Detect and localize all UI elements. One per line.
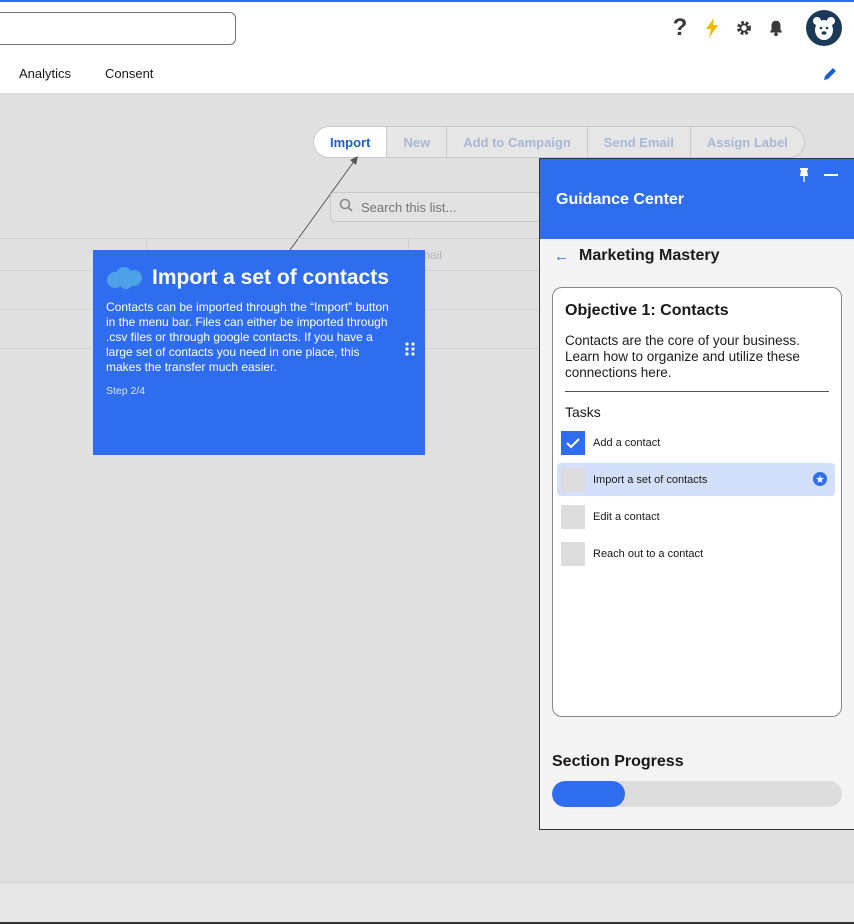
objective-card: Objective 1: Contacts Contacts are the c…: [552, 287, 842, 717]
section-progress-label: Section Progress: [552, 753, 684, 770]
check-icon: [566, 437, 580, 448]
objective-description: Contacts are the core of your business. …: [565, 333, 800, 380]
arrow-left-icon[interactable]: ←: [554, 248, 569, 265]
tour-body: Contacts can be imported through the “Im…: [106, 300, 389, 374]
task-edit-contact[interactable]: Edit a contact: [557, 500, 835, 533]
pin-icon[interactable]: [798, 168, 810, 187]
search-icon: [339, 198, 353, 217]
task-checkbox[interactable]: [561, 467, 585, 492]
cloud-icon: [106, 266, 144, 290]
divider: [565, 391, 829, 392]
list-search[interactable]: [330, 192, 550, 222]
task-label: Add a contact: [593, 436, 661, 449]
section-back-row[interactable]: ← Marketing Mastery: [554, 247, 720, 265]
task-add-contact[interactable]: Add a contact: [557, 426, 835, 459]
tasks-label: Tasks: [565, 404, 601, 420]
guidance-center-panel: Guidance Center ← Marketing Mastery Obje…: [539, 158, 854, 830]
task-checkbox[interactable]: [561, 541, 585, 566]
section-progress-fill: [552, 781, 625, 807]
star-icon: [813, 472, 827, 486]
section-title: Marketing Mastery: [579, 247, 720, 264]
task-label: Edit a contact: [593, 510, 660, 523]
section-progress-bar: [552, 781, 842, 807]
task-label: Import a set of contacts: [593, 473, 708, 486]
bottom-bar: [0, 882, 854, 924]
task-checkbox[interactable]: [561, 504, 585, 529]
task-import-contacts[interactable]: Import a set of contacts: [557, 463, 835, 496]
tour-popover: Import a set of contacts Contacts can be…: [93, 250, 425, 455]
task-reach-out[interactable]: Reach out to a contact: [557, 537, 835, 570]
tour-step: Step 2/4: [106, 385, 146, 397]
list-search-input[interactable]: [361, 199, 531, 215]
minimize-icon[interactable]: [824, 174, 838, 176]
guidance-title: Guidance Center: [556, 191, 685, 208]
guidance-header: Guidance Center: [540, 159, 854, 239]
tour-title: Import a set of contacts: [152, 266, 389, 289]
drag-handle-icon[interactable]: [405, 342, 415, 361]
objective-title: Objective 1: Contacts: [565, 302, 729, 319]
task-checkbox[interactable]: [561, 430, 585, 455]
task-label: Reach out to a contact: [593, 547, 704, 560]
